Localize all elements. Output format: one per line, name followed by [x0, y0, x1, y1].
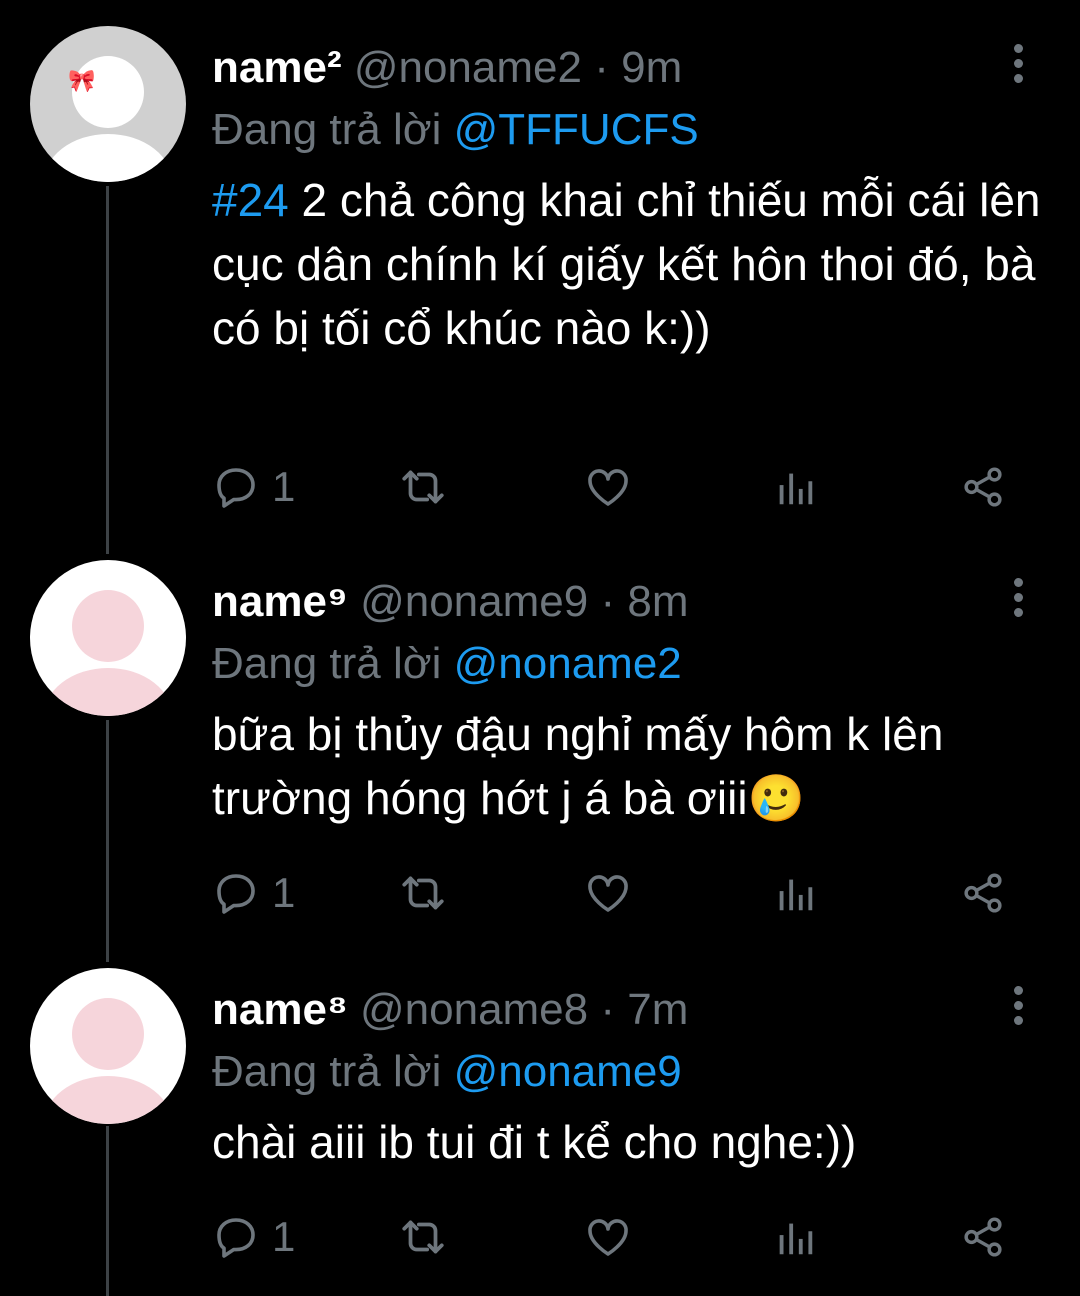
tweet-body: chài aiii ib tui đi t kể cho nghe:)): [212, 1116, 857, 1168]
retweet-icon: [402, 470, 444, 504]
user-handle[interactable]: @noname2: [354, 43, 582, 92]
share-icon: [964, 873, 1002, 913]
replying-to: Đang trả lời @TFFUCFS: [212, 100, 699, 160]
action-bar: 1: [212, 462, 1032, 512]
action-bar: 1: [212, 868, 1032, 918]
more-icon[interactable]: [1008, 986, 1028, 1026]
reply-icon: [217, 1218, 255, 1258]
hashtag-link[interactable]: #24: [212, 174, 289, 226]
separator: ·: [600, 985, 616, 1034]
replying-to-handle[interactable]: @noname9: [454, 1047, 682, 1096]
timestamp[interactable]: 8m: [627, 577, 688, 626]
thread-line: [106, 1126, 109, 1296]
reply-icon: [217, 874, 255, 914]
retweet-button[interactable]: [398, 1212, 448, 1262]
thread-line: [106, 720, 109, 962]
like-icon: [588, 1219, 628, 1256]
share-button[interactable]: [960, 462, 1006, 512]
analytics-icon: [779, 1223, 813, 1255]
user-handle[interactable]: @noname8: [360, 985, 588, 1034]
replying-to: Đang trả lời @noname2: [212, 634, 682, 694]
thread-line: [106, 186, 109, 554]
tweet-body: 2 chả công khai chỉ thiếu mỗi cái lên cụ…: [212, 174, 1041, 354]
retweet-icon: [402, 876, 444, 910]
like-icon: [588, 469, 628, 506]
replying-to: Đang trả lời @noname9: [212, 1042, 682, 1102]
tweet-text: #24 2 chả công khai chỉ thiếu mỗi cái lê…: [212, 168, 1042, 360]
reply-count: 1: [272, 869, 296, 916]
reply-button[interactable]: 1: [212, 462, 295, 512]
bow-icon: 🎀: [68, 68, 96, 93]
replying-label: Đang trả lời: [212, 639, 442, 688]
avatar[interactable]: [30, 560, 186, 716]
display-name[interactable]: name⁹: [212, 577, 348, 626]
analytics-icon: [779, 473, 813, 505]
tweet-body: bữa bị thủy đậu nghỉ mấy hôm k lên trườn…: [212, 708, 944, 824]
display-name[interactable]: name²: [212, 43, 342, 92]
display-name[interactable]: name⁸: [212, 985, 348, 1034]
analytics-icon: [779, 879, 813, 911]
tweet-header: name⁸ @noname8 · 7m: [212, 980, 688, 1040]
analytics-button[interactable]: [772, 1212, 818, 1262]
reply-icon: [217, 468, 255, 508]
timestamp[interactable]: 7m: [627, 985, 688, 1034]
avatar[interactable]: [30, 968, 186, 1124]
share-button[interactable]: [960, 1212, 1006, 1262]
reply-button[interactable]: 1: [212, 1212, 295, 1262]
tweet-header: name⁹ @noname9 · 8m: [212, 572, 688, 632]
reply-count: 1: [272, 463, 296, 510]
retweet-icon: [402, 1220, 444, 1254]
retweet-button[interactable]: [398, 868, 448, 918]
tweet-text: bữa bị thủy đậu nghỉ mấy hôm k lên trườn…: [212, 702, 1042, 830]
user-handle[interactable]: @noname9: [360, 577, 588, 626]
more-icon[interactable]: [1008, 44, 1028, 84]
more-icon[interactable]: [1008, 578, 1028, 618]
like-icon: [588, 875, 628, 912]
tweet-text: chài aiii ib tui đi t kể cho nghe:)): [212, 1110, 1042, 1174]
replying-label: Đang trả lời: [212, 105, 442, 154]
replying-label: Đang trả lời: [212, 1047, 442, 1096]
analytics-button[interactable]: [772, 868, 818, 918]
share-button[interactable]: [960, 868, 1006, 918]
separator: ·: [594, 43, 609, 92]
like-button[interactable]: [584, 868, 632, 918]
replying-to-handle[interactable]: @noname2: [454, 639, 682, 688]
reply-count: 1: [272, 1213, 296, 1260]
action-bar: 1: [212, 1212, 1032, 1262]
avatar[interactable]: 🎀: [30, 26, 186, 182]
analytics-button[interactable]: [772, 462, 818, 512]
share-icon: [964, 467, 1002, 507]
like-button[interactable]: [584, 462, 632, 512]
share-icon: [964, 1217, 1002, 1257]
timestamp[interactable]: 9m: [621, 43, 682, 92]
like-button[interactable]: [584, 1212, 632, 1262]
separator: ·: [600, 577, 616, 626]
reply-button[interactable]: 1: [212, 868, 295, 918]
replying-to-handle[interactable]: @TFFUCFS: [454, 105, 699, 154]
retweet-button[interactable]: [398, 462, 448, 512]
tweet-header: name² @noname2 · 9m: [212, 38, 682, 98]
